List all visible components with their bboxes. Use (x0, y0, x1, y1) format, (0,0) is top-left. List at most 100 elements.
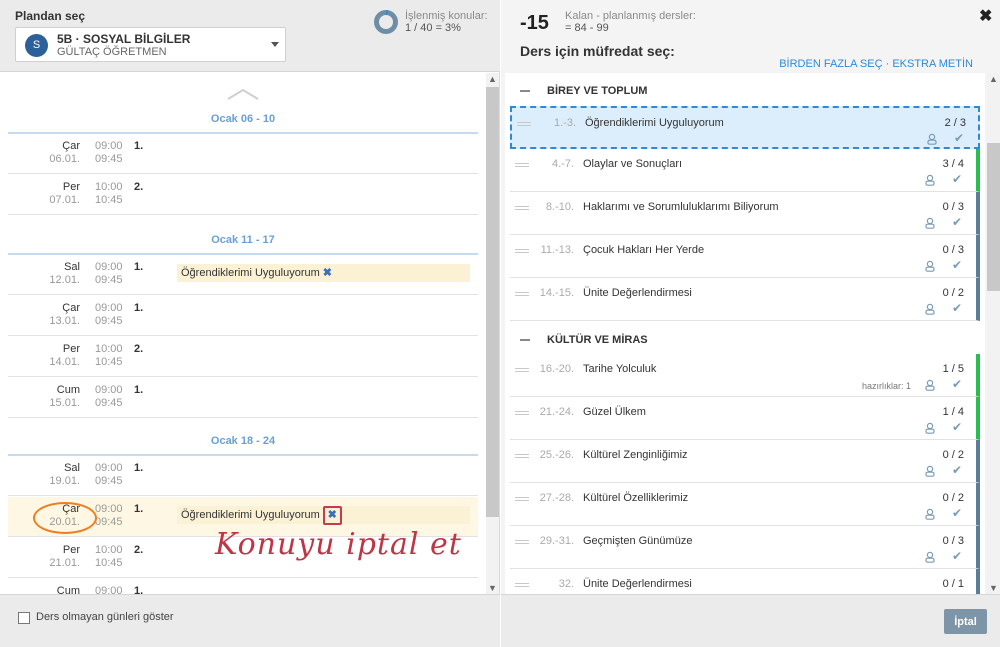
progress-value: 1 / 40 = 3% (405, 22, 461, 34)
user-icon[interactable] (924, 465, 936, 477)
check-icon[interactable]: ✔ (952, 549, 962, 563)
lesson-number: 1. (134, 261, 144, 273)
lesson-number: 2. (134, 181, 144, 193)
topic-title: Ünite Değerlendirmesi (583, 287, 692, 299)
lesson-row[interactable]: Per 14.01. 10:00 10:45 2. (8, 337, 478, 377)
topic-range: 14.-15. (539, 287, 574, 299)
lesson-start: 09:00 (95, 384, 123, 396)
lesson-number: 1. (134, 585, 144, 594)
schedule-scrollbar[interactable]: ▲ ▼ (486, 73, 499, 594)
check-icon[interactable]: ✔ (952, 258, 962, 272)
topic-title: Geçmişten Günümüze (583, 535, 693, 547)
scrollbar-thumb[interactable] (987, 143, 1000, 291)
scroll-down-arrow-icon[interactable]: ▼ (987, 582, 1000, 594)
lesson-day: Per (62, 343, 80, 355)
scroll-up-arrow-icon[interactable]: ▲ (987, 73, 1000, 85)
drag-handle-icon[interactable] (515, 497, 529, 501)
lesson-row[interactable]: Cum 09:00 1. (8, 579, 478, 594)
topic-row[interactable]: 29.-31. Geçmişten Günümüze 0 / 3 ✔ (510, 526, 980, 569)
plan-header: Plandan seç S 5B · SOSYAL BİLGİLER GÜLTA… (0, 0, 500, 72)
drag-handle-icon[interactable] (515, 368, 529, 372)
close-icon[interactable]: ✖ (979, 6, 992, 26)
check-icon[interactable]: ✔ (952, 172, 962, 186)
topic-range: 4.-7. (551, 158, 574, 170)
user-icon[interactable] (924, 508, 936, 520)
topic-title: Haklarımı ve Sorumluluklarımı Biliyorum (583, 201, 779, 213)
chevron-up-icon[interactable] (227, 87, 259, 101)
check-icon[interactable]: ✔ (952, 506, 962, 520)
topic-row[interactable]: 4.-7. Olaylar ve Sonuçları 3 / 4 ✔ (510, 149, 980, 192)
plan-select-dropdown[interactable]: S 5B · SOSYAL BİLGİLER GÜLTAÇ ÖĞRETMEN (15, 27, 286, 62)
lesson-row[interactable]: Çar 13.01. 09:00 09:45 1. (8, 296, 478, 336)
lesson-row[interactable]: Çar 06.01. 09:00 09:45 1. (8, 134, 478, 174)
lesson-day: Cum (56, 585, 80, 594)
collapse-icon[interactable] (520, 339, 530, 341)
user-icon[interactable] (924, 551, 936, 563)
drag-handle-icon[interactable] (515, 583, 529, 587)
week-header: Ocak 06 - 10 (210, 113, 276, 125)
check-icon[interactable]: ✔ (952, 377, 962, 391)
check-icon[interactable]: ✔ (954, 131, 964, 145)
topic-row[interactable]: 16.-20. Tarihe Yolculuk 1 / 5 hazırlıkla… (510, 354, 980, 397)
check-icon[interactable]: ✔ (952, 301, 962, 315)
curriculum-scrollbar[interactable]: ▲ ▼ (987, 73, 1000, 594)
lesson-day: Çar (62, 140, 80, 152)
header-links: BİRDEN FAZLA SEÇ · EKSTRA METİN (779, 58, 973, 70)
topic-row[interactable]: 21.-24. Güzel Ülkem 1 / 4 ✔ (510, 397, 980, 440)
user-icon[interactable] (924, 217, 936, 229)
scroll-up-arrow-icon[interactable]: ▲ (486, 73, 499, 85)
drag-handle-icon[interactable] (515, 292, 529, 296)
check-icon[interactable]: ✔ (952, 420, 962, 434)
topic-row[interactable]: 14.-15. Ünite Değerlendirmesi 0 / 2 ✔ (510, 278, 980, 321)
drag-handle-icon[interactable] (517, 122, 531, 126)
lesson-number: 1. (134, 503, 144, 515)
user-icon[interactable] (924, 174, 936, 186)
lesson-date: 19.01. (49, 475, 80, 487)
preparations-hint: hazırlıklar: 1 (861, 381, 911, 391)
lesson-end: 09:45 (95, 274, 123, 286)
topic-row[interactable]: 32. Ünite Değerlendirmesi 0 / 1 (510, 569, 980, 594)
show-days-checkbox[interactable] (18, 612, 30, 624)
plan-title: 5B · SOSYAL BİLGİLER (57, 32, 191, 46)
topic-range: 1.-3. (553, 117, 576, 129)
lesson-day: Cum (56, 384, 80, 396)
lesson-end: 10:45 (95, 557, 123, 569)
topic-row[interactable]: 25.-26. Kültürel Zenginliğimiz 0 / 2 ✔ (510, 440, 980, 483)
drag-handle-icon[interactable] (515, 540, 529, 544)
drag-handle-icon[interactable] (515, 163, 529, 167)
extra-text-link[interactable]: EKSTRA METİN (892, 58, 973, 70)
drag-handle-icon[interactable] (515, 249, 529, 253)
lesson-date: 12.01. (49, 274, 80, 286)
cancel-button[interactable]: İptal (944, 609, 987, 634)
drag-handle-icon[interactable] (515, 411, 529, 415)
check-icon[interactable]: ✔ (952, 463, 962, 477)
lesson-row[interactable]: Per 07.01. 10:00 10:45 2. (8, 175, 478, 215)
remove-topic-icon[interactable]: ✖ (323, 264, 332, 282)
check-icon[interactable]: ✔ (952, 215, 962, 229)
topic-row[interactable]: 27.-28. Kültürel Özelliklerimiz 0 / 2 ✔ (510, 483, 980, 526)
topic-range: 25.-26. (539, 449, 574, 461)
topic-count: 0 / 2 (942, 449, 964, 461)
lesson-row[interactable]: Sal 19.01. 09:00 09:45 1. (8, 456, 478, 496)
scrollbar-thumb[interactable] (486, 87, 499, 517)
drag-handle-icon[interactable] (515, 206, 529, 210)
user-icon[interactable] (926, 133, 938, 145)
user-icon[interactable] (924, 303, 936, 315)
remove-topic-icon[interactable]: ✖ (322, 506, 342, 525)
select-multiple-link[interactable]: BİRDEN FAZLA SEÇ (779, 58, 882, 70)
user-icon[interactable] (924, 260, 936, 272)
curriculum-panel: -15 Kalan - planlanmış dersler: = 84 - 9… (501, 0, 1000, 647)
lesson-date: 07.01. (49, 194, 80, 206)
drag-handle-icon[interactable] (515, 454, 529, 458)
topic-row[interactable]: 11.-13. Çocuk Hakları Her Yerde 0 / 3 ✔ (510, 235, 980, 278)
user-icon[interactable] (924, 379, 936, 391)
lesson-end: 09:45 (95, 397, 123, 409)
collapse-icon[interactable] (520, 90, 530, 92)
topic-row-selected[interactable]: 1.-3. Öğrendiklerimi Uyguluyorum 2 / 3 ✔ (510, 106, 980, 149)
lesson-row[interactable]: Cum 15.01. 09:00 09:45 1. (8, 378, 478, 418)
scroll-down-arrow-icon[interactable]: ▼ (486, 582, 499, 594)
user-icon[interactable] (924, 422, 936, 434)
lesson-row[interactable]: Sal 12.01. 09:00 09:45 1. Öğrendiklerimi… (8, 255, 478, 295)
topic-row[interactable]: 8.-10. Haklarımı ve Sorumluluklarımı Bil… (510, 192, 980, 235)
topic-range: 21.-24. (539, 406, 574, 418)
